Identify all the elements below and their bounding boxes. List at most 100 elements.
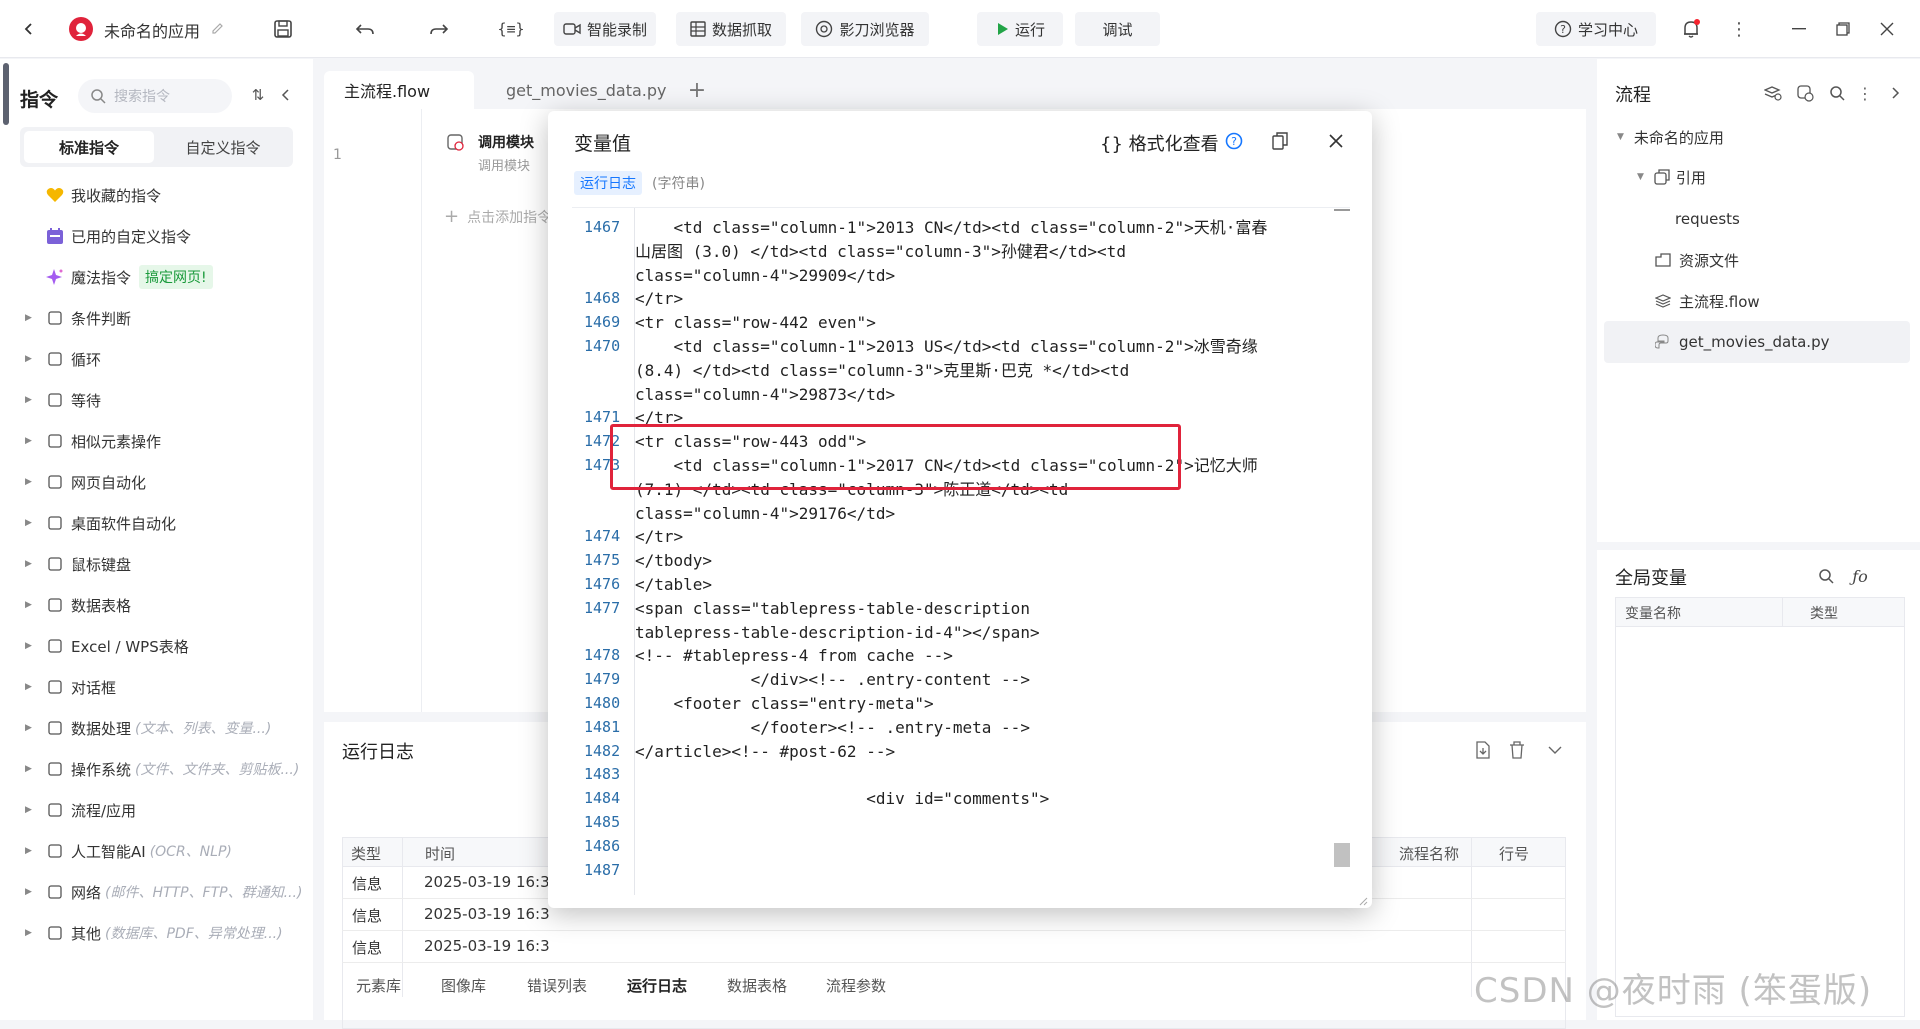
close-dialog-icon[interactable] [1324, 129, 1348, 153]
category-item[interactable]: ▶ 数据表格 [25, 585, 310, 625]
code-line: </div><!-- .entry-content --> [635, 670, 1030, 690]
tab-main-flow[interactable]: 主流程.flow [324, 71, 474, 109]
search-vars-icon[interactable] [1814, 564, 1838, 588]
category-item[interactable]: ▶ 对话框 [25, 667, 310, 707]
scrollbar-thumb[interactable] [1334, 843, 1350, 867]
panel-drag-handle[interactable] [3, 63, 9, 125]
smart-record-button[interactable]: 智能录制 [554, 12, 656, 46]
line-number: 1 [333, 147, 342, 163]
bottom-tab[interactable]: 图像库 [441, 975, 486, 996]
category-item[interactable]: ▶ 操作系统 (文件、文件夹、剪贴板...) [25, 749, 310, 789]
export-log-icon[interactable] [1471, 738, 1495, 762]
code-line: </tr> [635, 289, 684, 309]
variable-type: (字符串) [652, 176, 705, 192]
more-vertical-icon[interactable]: ⋮ [1724, 14, 1754, 44]
expand-arrow-icon: ▶ [25, 477, 32, 487]
category-item[interactable]: ▶ 网络 (邮件、HTTP、FTP、群通知...) [25, 872, 310, 912]
bottom-tab[interactable]: 流程参数 [826, 975, 886, 996]
bottom-tab[interactable]: 元素库 [356, 975, 401, 996]
sort-icon[interactable]: ⇅ [246, 83, 270, 107]
undo-icon[interactable] [350, 14, 380, 44]
code-line: </footer><!-- .entry-meta --> [635, 717, 1030, 737]
tree-app-root[interactable]: ▼ 未命名的应用 [1617, 117, 1724, 157]
bottom-tab[interactable]: 运行日志 [627, 975, 687, 996]
tree-py-file[interactable]: get_movies_data.py [1655, 322, 1829, 362]
tree-main-flow[interactable]: 主流程.flow [1655, 281, 1760, 321]
module-block-title[interactable]: 调用模块 [478, 132, 534, 152]
category-item[interactable]: ▶ 数据处理 (文本、列表、变量...) [25, 708, 310, 748]
log-row-time: 2025-03-19 16:3 [424, 873, 550, 891]
app-title[interactable]: 未命名的应用 [104, 18, 200, 42]
category-item[interactable]: ▶ 网页自动化 [25, 462, 310, 502]
variable-value-dialog: 变量值 {} 格式化查看 ? 运行日志 (字符串) 1467 <td class… [548, 111, 1372, 908]
code-line: <td class="column-1">2013 US</td><td cla… [635, 337, 1258, 356]
collapse-log-icon[interactable] [1543, 738, 1567, 762]
category-item[interactable]: ▶ 人工智能AI (OCR、NLP) [25, 831, 310, 871]
log-row-3[interactable]: 信息 2025-03-19 16:3 [342, 931, 1566, 963]
copy-icon[interactable] [1268, 129, 1292, 153]
resize-grip-icon[interactable] [1356, 894, 1368, 906]
clear-log-icon[interactable] [1505, 738, 1529, 762]
back-icon[interactable] [14, 14, 44, 44]
bottom-tab[interactable]: 数据表格 [727, 975, 787, 996]
category-item[interactable]: ▶ 条件判断 [25, 298, 310, 338]
tree-references[interactable]: ▼ 引用 [1637, 157, 1706, 197]
variable-name-tag: 运行日志 [574, 171, 642, 195]
tab-custom-instructions[interactable]: 自定义指令 [158, 131, 288, 163]
category-item[interactable]: ▶ 其他 (数据库、PDF、异常处理...) [25, 913, 310, 953]
category-item[interactable]: ▶ 桌面软件自动化 [25, 503, 310, 543]
tab-standard-instructions[interactable]: 标准指令 [24, 131, 154, 163]
module-add-icon[interactable] [1793, 81, 1817, 105]
used-custom-item[interactable]: 已用的自定义指令 [25, 216, 310, 256]
document-icon [45, 595, 65, 615]
close-window-icon[interactable] [1872, 14, 1902, 44]
code-line: <span class="tablepress-table-descriptio… [635, 598, 1030, 618]
bottom-tab[interactable]: 错误列表 [527, 975, 587, 996]
category-item[interactable]: ▶ Excel / WPS表格 [25, 626, 310, 666]
format-view-button[interactable]: {} 格式化查看 [1100, 130, 1219, 156]
add-tab-icon[interactable]: + [684, 77, 710, 103]
redo-icon[interactable] [424, 14, 454, 44]
yingdao-browser-button[interactable]: 影刀浏览器 [801, 12, 929, 46]
category-item[interactable]: ▶ 流程/应用 [25, 790, 310, 830]
expand-arrow-icon: ▼ [1637, 172, 1644, 182]
category-label: 循环 [71, 350, 102, 369]
collapse-right-icon[interactable] [1883, 81, 1907, 105]
favorites-item[interactable]: 我收藏的指令 [25, 175, 310, 215]
expand-arrow-icon: ▼ [1617, 132, 1624, 142]
debug-button[interactable]: 调试 [1075, 12, 1160, 46]
category-item[interactable]: ▶ 鼠标键盘 [25, 544, 310, 584]
edit-title-icon[interactable] [208, 18, 228, 38]
function-icon[interactable]: ƒo [1847, 564, 1873, 588]
flow-more-icon[interactable]: ⋮ [1853, 81, 1877, 105]
tree-resources[interactable]: 资源文件 [1655, 240, 1739, 280]
code-line: </tbody> [635, 551, 713, 571]
category-item[interactable]: ▶ 相似元素操作 [25, 421, 310, 461]
run-button[interactable]: 运行 [977, 12, 1063, 46]
variables-icon[interactable]: {≡} [496, 14, 526, 44]
category-item[interactable]: ▶ 等待 [25, 380, 310, 420]
log-row-type: 信息 [352, 939, 383, 957]
restore-icon[interactable] [1828, 14, 1858, 44]
notification-bell-icon[interactable] [1676, 14, 1706, 44]
instruction-search[interactable]: 搜索指令 [78, 79, 232, 113]
run-label: 运行 [1014, 20, 1045, 39]
data-capture-button[interactable]: 数据抓取 [676, 12, 786, 46]
collapse-panel-icon[interactable] [274, 83, 298, 107]
tree-requests[interactable]: requests [1675, 199, 1740, 239]
learning-center-button[interactable]: ? 学习中心 [1536, 12, 1656, 46]
data-processing-icon [45, 718, 65, 738]
tab-get-movies-data[interactable]: get_movies_data.py [488, 71, 683, 109]
category-item[interactable]: ▶ 循环 [25, 339, 310, 379]
minimize-icon[interactable] [1784, 14, 1814, 44]
help-circle-icon[interactable]: ? [1222, 129, 1246, 153]
add-instruction-hint[interactable]: + 点击添加指令 [444, 206, 551, 227]
code-line: (8.4) </td><td class="column-3">克里斯·巴克 *… [635, 360, 1130, 380]
magic-instruction-item[interactable]: 魔法指令 搞定网页! [25, 257, 310, 297]
code-viewer[interactable]: 1467 <td class="column-1">2013 CN</td><t… [572, 207, 1350, 895]
category-label: 网页自动化 [71, 473, 147, 492]
stack-add-icon[interactable] [1761, 81, 1785, 105]
save-icon[interactable] [268, 14, 298, 44]
module-block-subtitle: 调用模块 [478, 159, 531, 174]
search-flow-icon[interactable] [1825, 81, 1849, 105]
